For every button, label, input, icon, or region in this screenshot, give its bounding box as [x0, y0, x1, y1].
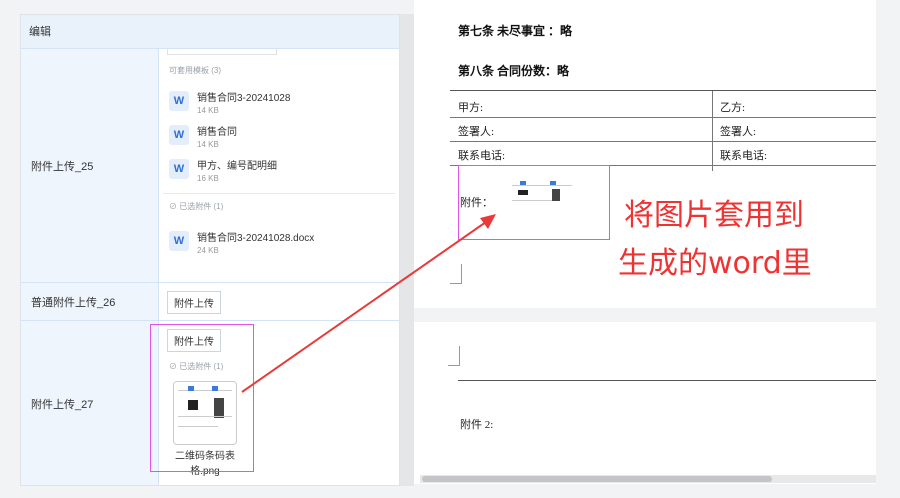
red-arrow-icon: [241, 214, 496, 393]
